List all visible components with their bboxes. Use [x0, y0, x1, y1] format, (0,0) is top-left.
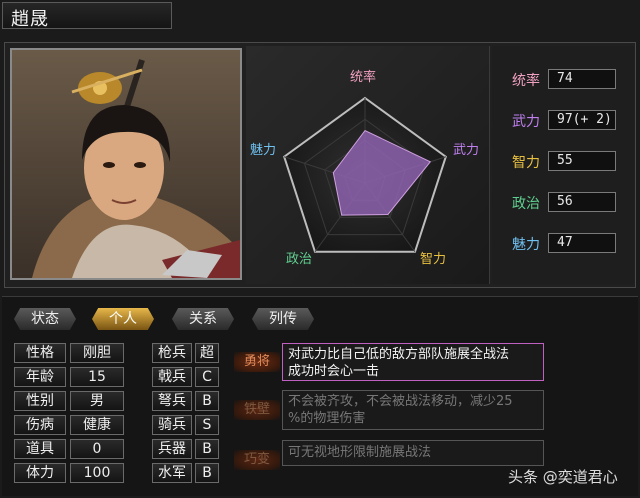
stat-label-charm: 魅力	[512, 237, 540, 253]
stat-value-war: 97(+ 2)	[548, 110, 616, 130]
aptitude-label-siege: 兵器	[152, 439, 192, 459]
radar-label-war: 武力	[453, 143, 480, 158]
officer-name: 趙晟	[2, 2, 172, 30]
radar-label-leadership: 统率	[350, 70, 377, 85]
skill-desc-line: %的物理伤害	[288, 411, 366, 426]
skill-desc-line: 成功时会心一击	[288, 364, 380, 379]
aptitude-label-spear: 枪兵	[152, 343, 192, 363]
skill-desc-brave: 对武力比自己低的敌方部队施展全战法 成功时会心一击	[282, 343, 544, 381]
aptitude-value-halberd: C	[195, 367, 219, 387]
radar-label-charm: 魅力	[250, 143, 277, 158]
info-value-age: 15	[70, 367, 124, 387]
aptitude-value-cavalry: S	[195, 415, 219, 435]
info-value-stamina: 100	[70, 463, 124, 483]
officer-portrait	[10, 48, 242, 280]
skill-badge-brave[interactable]: 勇将	[234, 352, 280, 372]
aptitude-value-spear: 超	[195, 343, 219, 363]
info-value-health: 健康	[70, 415, 124, 435]
radar-label-intelligence: 智力	[420, 252, 447, 267]
tab-status[interactable]: 状态	[14, 308, 76, 330]
skill-badge-iron-wall[interactable]: 铁壁	[234, 400, 280, 420]
skill-desc-adapt: 可无视地形限制施展战法	[282, 440, 544, 466]
stat-value-intelligence: 55	[548, 151, 616, 171]
stat-label-politics: 政治	[512, 196, 540, 212]
stat-value-charm: 47	[548, 233, 616, 253]
stat-value-leadership: 74	[548, 69, 616, 89]
skill-desc-iron-wall: 不会被齐攻，不会被战法移动，减少25 %的物理伤害	[282, 390, 544, 430]
skill-desc-line: 不会被齐攻，不会被战法移动，减少25	[288, 394, 513, 409]
info-label-items: 道具	[14, 439, 66, 459]
info-value-personality: 刚胆	[70, 343, 124, 363]
info-value-gender: 男	[70, 391, 124, 411]
stat-label-war: 武力	[512, 114, 540, 130]
info-label-stamina: 体力	[14, 463, 66, 483]
info-value-items: 0	[70, 439, 124, 459]
tab-personal[interactable]: 个人	[92, 308, 154, 330]
skill-desc-line: 对武力比自己低的敌方部队施展全战法	[288, 347, 510, 362]
stat-label-leadership: 统率	[512, 73, 540, 89]
radar-chart-panel: 统率 武力 智力 政治 魅力	[246, 46, 490, 284]
aptitude-value-navy: B	[195, 463, 219, 483]
skill-badge-adapt[interactable]: 巧变	[234, 450, 280, 470]
info-label-health: 伤病	[14, 415, 66, 435]
tab-biography[interactable]: 列传	[252, 308, 314, 330]
aptitude-label-cavalry: 骑兵	[152, 415, 192, 435]
info-label-personality: 性格	[14, 343, 66, 363]
tab-relations[interactable]: 关系	[172, 308, 234, 330]
aptitude-value-crossbow: B	[195, 391, 219, 411]
info-label-gender: 性别	[14, 391, 66, 411]
stat-label-intelligence: 智力	[512, 155, 540, 171]
info-label-age: 年龄	[14, 367, 66, 387]
aptitude-label-halberd: 戟兵	[152, 367, 192, 387]
radar-label-politics: 政治	[286, 252, 313, 267]
aptitude-value-siege: B	[195, 439, 219, 459]
stat-value-politics: 56	[548, 192, 616, 212]
aptitude-label-crossbow: 弩兵	[152, 391, 192, 411]
watermark: 头条 @奕道君心	[508, 468, 618, 486]
aptitude-label-navy: 水军	[152, 463, 192, 483]
skill-desc-line: 可无视地形限制施展战法	[288, 445, 432, 460]
